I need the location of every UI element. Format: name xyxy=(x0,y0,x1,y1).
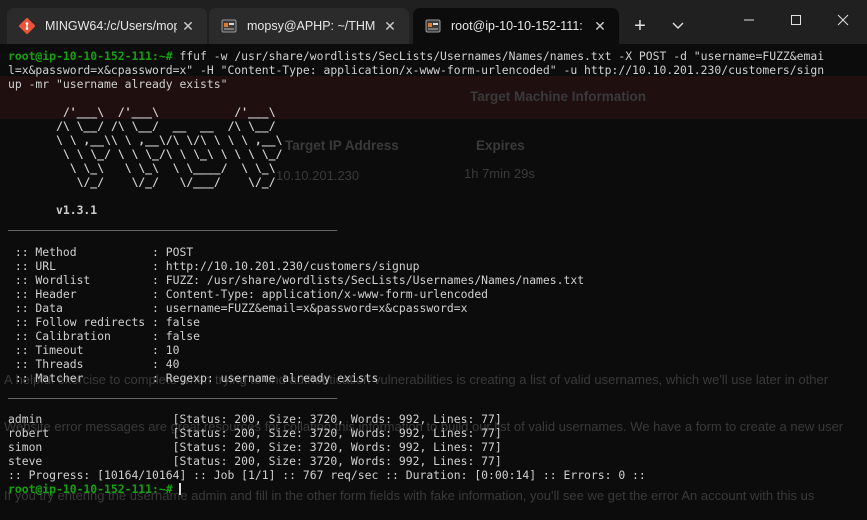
config-line: :: Method : POST xyxy=(8,245,194,259)
shell-prompt: root@ip-10-10-152-111:~# xyxy=(8,49,173,63)
config-line: :: Data : username=FUZZ&email=x&password… xyxy=(8,301,468,315)
config-line: :: Calibration : false xyxy=(8,329,201,343)
result-row: robert [Status: 200, Size: 3720, Words: … xyxy=(8,426,502,440)
tab-label: MINGW64:/c/Users/mop xyxy=(45,19,177,33)
separator: ________________________________________… xyxy=(8,217,338,231)
command-text: ffuf -w /usr/share/wordlists/SecLists/Us… xyxy=(172,49,825,63)
tab-mopsy[interactable]: mopsy@APHP: ~/THM ✕ xyxy=(209,8,409,44)
config-line: :: URL : http://10.10.201.230/customers/… xyxy=(8,259,420,273)
close-tab-icon[interactable]: ✕ xyxy=(589,15,611,37)
config-line: :: Follow redirects : false xyxy=(8,315,201,329)
chevron-down-icon[interactable] xyxy=(664,12,692,40)
config-line: :: Timeout : 10 xyxy=(8,343,180,357)
terminal-output[interactable]: root@ip-10-10-152-111:~# ffuf -w /usr/sh… xyxy=(0,44,867,520)
ffuf-banner: /\ \__/ /\ \__/ __ __ /\ \__/ xyxy=(8,119,276,133)
ffuf-banner: /'___\ /'___\ /'___\ xyxy=(8,105,276,119)
close-icon[interactable] xyxy=(820,0,866,40)
close-tab-icon[interactable]: ✕ xyxy=(177,15,199,37)
minimize-icon[interactable] xyxy=(726,0,772,40)
config-line: :: Threads : 40 xyxy=(8,357,180,371)
ffuf-banner: \ \ ,__\\ \ ,__\/\ \/\ \ \ \ ,__\ xyxy=(8,133,283,147)
terminal-window: MINGW64:/c/Users/mop ✕ mopsy@APHP: ~/THM… xyxy=(0,0,867,520)
command-text: l=x&password=x&cpassword=x" -H "Content-… xyxy=(8,63,825,77)
config-line: :: Header : Content-Type: application/x-… xyxy=(8,287,489,301)
git-bash-icon xyxy=(19,18,35,34)
config-line: :: Wordlist : FUZZ: /usr/share/wordlists… xyxy=(8,273,585,287)
command-text: up -mr "username already exists" xyxy=(8,77,228,91)
ffuf-banner: \ \ \_/ \ \ \_/\ \ \_\ \ \ \ \_/ xyxy=(8,147,283,161)
result-row: steve [Status: 200, Size: 3720, Words: 9… xyxy=(8,454,502,468)
tab-root-ip[interactable]: root@ip-10-10-152-111: ✕ xyxy=(413,8,619,44)
linux-terminal-icon xyxy=(425,18,441,34)
ffuf-version: v1.3.1 xyxy=(8,203,98,217)
result-row: simon [Status: 200, Size: 3720, Words: 9… xyxy=(8,440,502,454)
tab-mingw64[interactable]: MINGW64:/c/Users/mop ✕ xyxy=(7,8,207,44)
ffuf-banner: \ \_\ \ \_\ \ \____/ \ \_\ xyxy=(8,161,276,175)
result-row: admin [Status: 200, Size: 3720, Words: 9… xyxy=(8,412,502,426)
separator: ________________________________________… xyxy=(8,385,338,399)
linux-terminal-icon xyxy=(221,18,237,34)
new-tab-button[interactable]: + xyxy=(626,12,654,40)
config-line: :: Matcher : Regexp: username already ex… xyxy=(8,371,379,385)
progress-line: :: Progress: [10164/10164] :: Job [1/1] … xyxy=(8,468,646,482)
tab-label: mopsy@APHP: ~/THM xyxy=(247,19,376,33)
tab-label: root@ip-10-10-152-111: xyxy=(451,19,583,33)
maximize-icon[interactable] xyxy=(773,0,819,40)
tab-bar: MINGW64:/c/Users/mop ✕ mopsy@APHP: ~/THM… xyxy=(0,0,867,44)
text-cursor xyxy=(179,483,182,495)
shell-prompt: root@ip-10-10-152-111:~# xyxy=(8,482,173,496)
close-tab-icon[interactable]: ✕ xyxy=(379,15,401,37)
ffuf-banner: \/_/ \/_/ \/___/ \/_/ xyxy=(8,175,276,189)
